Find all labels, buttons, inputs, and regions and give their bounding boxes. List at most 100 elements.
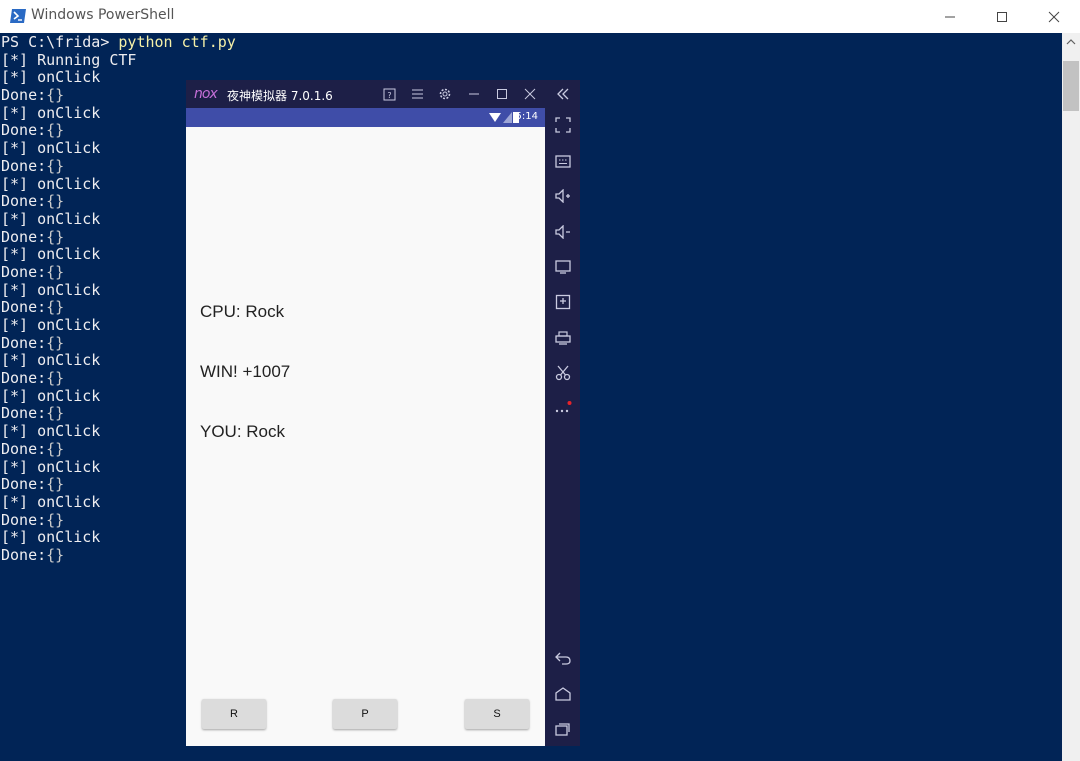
console-result: {} — [46, 475, 65, 494]
print-button[interactable] — [552, 327, 574, 349]
console-line-text: Done: — [1, 439, 47, 458]
paper-button[interactable]: P — [333, 699, 397, 729]
console-line-text: Done: — [1, 298, 47, 317]
chevron-up-icon — [1066, 39, 1076, 45]
menu-button[interactable] — [408, 85, 426, 103]
console-line-text: [*] Running CTF — [1, 50, 137, 69]
keyboard-icon — [555, 155, 571, 168]
console-result: {} — [46, 298, 65, 317]
close-icon — [1048, 11, 1060, 22]
scissors-tool-button[interactable] — [552, 362, 574, 384]
help-button[interactable]: ? — [380, 85, 398, 103]
nox-maximize-button[interactable] — [493, 85, 511, 103]
result-text: WIN! +1007 — [200, 362, 291, 381]
status-time: 5:14 — [515, 111, 538, 122]
scroll-up-button[interactable] — [1062, 33, 1080, 51]
console-line-text: [*] onClick — [1, 386, 101, 405]
console-line-text: Done: — [1, 369, 47, 388]
add-apk-icon — [555, 294, 571, 310]
signal-icon — [503, 112, 512, 123]
console-line-text: Done: — [1, 121, 47, 140]
minimize-icon — [469, 93, 479, 95]
console-line-text: [*] onClick — [1, 103, 101, 122]
wifi-icon — [489, 113, 501, 122]
add-apk-button[interactable] — [552, 291, 574, 313]
console-line-text: [*] onClick — [1, 174, 101, 193]
console-result: {} — [46, 369, 65, 388]
console-result: {} — [46, 404, 65, 423]
volume-down-button[interactable] — [552, 221, 574, 243]
android-recents-button[interactable] — [552, 718, 574, 740]
powershell-icon — [10, 8, 26, 23]
android-home-button[interactable] — [552, 683, 574, 705]
console-line: PS C:\frida> python ctf.py — [1, 33, 236, 52]
console-line-text: Done: — [1, 192, 47, 211]
maximize-button[interactable] — [976, 0, 1028, 33]
console-result: {} — [46, 262, 65, 281]
more-button[interactable] — [552, 396, 574, 418]
console-line-text: [*] onClick — [1, 68, 101, 87]
double-chevron-left-icon — [557, 88, 569, 100]
minimize-icon — [945, 16, 955, 17]
console-line-text: Done: — [1, 545, 47, 564]
console-line-text: [*] onClick — [1, 351, 101, 370]
window-title: Windows PowerShell — [31, 7, 175, 23]
nox-title: 夜神模拟器 7.0.1.6 — [227, 89, 333, 103]
android-back-button[interactable] — [552, 647, 574, 669]
console-result: {} — [46, 121, 65, 140]
scissors-icon — [555, 365, 571, 381]
nox-close-button[interactable] — [521, 85, 539, 103]
nox-minimize-button[interactable] — [465, 85, 483, 103]
collapse-sidebar-button[interactable] — [552, 83, 574, 105]
console-result: {} — [46, 333, 65, 352]
console-result: {} — [46, 192, 65, 211]
console-line-text: [*] onClick — [1, 422, 101, 441]
maximize-icon — [497, 89, 507, 99]
console-line-text: Done: — [1, 86, 47, 105]
more-icon — [555, 401, 572, 413]
console-result: {} — [46, 510, 65, 529]
scissors-button[interactable]: S — [465, 699, 529, 729]
console-line-text: [*] onClick — [1, 280, 101, 299]
volume-down-icon — [555, 225, 570, 239]
settings-button[interactable] — [436, 85, 454, 103]
you-choice-text: YOU: Rock — [200, 422, 286, 441]
fullscreen-button[interactable] — [552, 114, 574, 136]
console-line-text: [*] onClick — [1, 139, 101, 158]
screen-button[interactable] — [552, 256, 574, 278]
volume-up-icon — [555, 189, 570, 203]
keyboard-button[interactable] — [552, 150, 574, 172]
console-line-text: [*] onClick — [1, 457, 101, 476]
scroll-thumb[interactable] — [1063, 61, 1079, 111]
console-scrollbar[interactable] — [1062, 33, 1080, 761]
close-button[interactable] — [1028, 0, 1080, 33]
console-line-text: Done: — [1, 262, 47, 281]
menu-icon — [411, 89, 423, 99]
gear-icon — [439, 88, 451, 100]
print-icon — [555, 331, 571, 345]
rock-button[interactable]: R — [202, 699, 266, 729]
android-statusbar: 5:14 — [186, 108, 545, 127]
console-line-text: [*] onClick — [1, 492, 101, 511]
console-result: {} — [46, 86, 65, 105]
cpu-choice-text: CPU: Rock — [200, 302, 285, 321]
console-line: [*] Running CTF — [1, 50, 236, 70]
fullscreen-icon — [555, 117, 571, 133]
console-line-text: Done: — [1, 404, 47, 423]
console-line-text: [*] onClick — [1, 245, 101, 264]
recents-icon — [555, 723, 570, 736]
close-icon — [524, 88, 536, 100]
maximize-icon — [997, 11, 1007, 22]
home-icon — [555, 687, 571, 701]
console-line-text: [*] onClick — [1, 316, 101, 334]
volume-up-button[interactable] — [552, 185, 574, 207]
powershell-titlebar: Windows PowerShell — [0, 0, 1080, 33]
console-line-text: [*] onClick — [1, 528, 101, 547]
minimize-button[interactable] — [924, 0, 976, 33]
app-screen: CPU: Rock WIN! +1007 YOU: Rock R P S — [186, 127, 545, 746]
console-line-text: PS C:\frida> — [1, 33, 119, 51]
nox-emulator-window: nox 夜神模拟器 7.0.1.6 ? 5:14 CPU: Rock WIN! … — [186, 80, 580, 746]
console-result: {} — [46, 439, 65, 458]
console-line-text: [*] onClick — [1, 209, 101, 228]
svg-text:?: ? — [387, 91, 391, 100]
